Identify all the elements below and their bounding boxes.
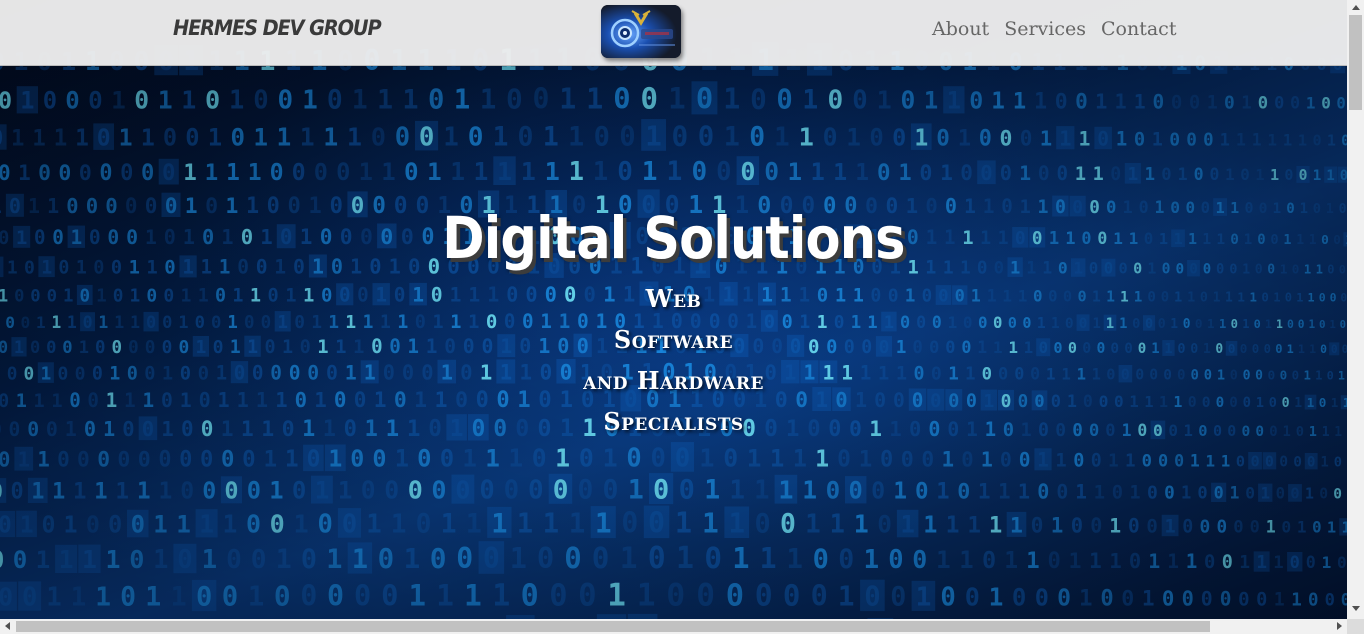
nav-link-services[interactable]: Services (1004, 18, 1086, 40)
hero-line-software: Software (613, 325, 734, 354)
page-viewport: 0101100011111100111011100001111101100110… (0, 0, 1347, 619)
vertical-scrollbar[interactable] (1347, 0, 1364, 619)
scroll-down-arrow-icon[interactable] (1352, 606, 1360, 611)
vertical-scroll-thumb[interactable] (1349, 15, 1362, 110)
hermes-logo-icon[interactable] (601, 5, 681, 58)
hero-line-web: Web (645, 284, 702, 313)
nav-link-about[interactable]: About (932, 18, 989, 40)
hero-section: 0101100011111100111011100001111101100110… (0, 0, 1347, 619)
hero-headline: Digital Solutions (442, 204, 905, 272)
scroll-up-arrow-icon[interactable] (1352, 5, 1360, 10)
nav-links: About Services Contact (932, 18, 1191, 40)
scroll-right-arrow-icon[interactable] (1337, 622, 1342, 630)
brand-name[interactable]: HERMES DEV GROUP (173, 16, 382, 40)
horizontal-scroll-thumb[interactable] (16, 621, 1210, 632)
horizontal-scrollbar[interactable] (0, 619, 1347, 634)
hero-line-specialists: Specialists (603, 407, 744, 436)
nav-link-contact[interactable]: Contact (1101, 18, 1176, 40)
top-navbar: HERMES DEV GROUP About Services Contact (0, 0, 1347, 66)
scrollbar-corner (1347, 619, 1364, 634)
hero-line-hardware: and Hardware (583, 366, 764, 395)
scroll-left-arrow-icon[interactable] (5, 622, 10, 630)
